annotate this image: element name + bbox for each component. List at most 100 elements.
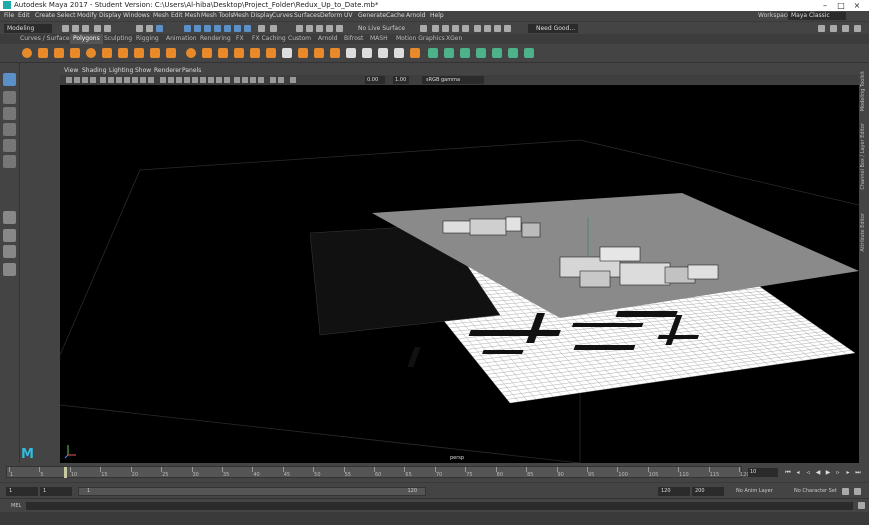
select-meshes-icon[interactable] bbox=[234, 25, 241, 32]
sign-in-dropdown[interactable]: Need Good... bbox=[528, 24, 578, 33]
menu-modify[interactable]: Modify bbox=[77, 11, 97, 21]
mel-command-input[interactable] bbox=[26, 502, 853, 510]
menu-generate[interactable]: Generate bbox=[358, 11, 386, 21]
panel-menu-shading[interactable]: Shading bbox=[82, 66, 106, 75]
anti-aliasing-icon[interactable] bbox=[250, 77, 256, 83]
camera-attributes-icon[interactable] bbox=[74, 77, 80, 83]
tab-custom[interactable]: Custom bbox=[288, 34, 311, 44]
shadows-icon[interactable] bbox=[200, 77, 206, 83]
lock-selection-icon[interactable] bbox=[258, 25, 265, 32]
select-component-icon[interactable] bbox=[156, 25, 163, 32]
channel-box-icon[interactable] bbox=[854, 25, 861, 32]
tab-rigging[interactable]: Rigging bbox=[136, 34, 159, 44]
workspace-dropdown[interactable]: Maya Classic bbox=[788, 12, 846, 20]
modeling-toolkit-tab[interactable]: Modeling Toolkit bbox=[860, 71, 866, 111]
menu-curves[interactable]: Curves bbox=[272, 11, 293, 21]
snap-grid-icon[interactable] bbox=[296, 25, 303, 32]
menu-help[interactable]: Help bbox=[430, 11, 444, 21]
menu-mesh[interactable]: Mesh bbox=[153, 11, 169, 21]
insert-loop-icon[interactable] bbox=[362, 48, 372, 58]
tab-bifrost[interactable]: Bifrost bbox=[344, 34, 363, 44]
boolean-icon[interactable] bbox=[234, 48, 244, 58]
menu-edit[interactable]: Edit bbox=[18, 11, 30, 21]
poly-text-icon[interactable] bbox=[150, 48, 160, 58]
tab-mash[interactable]: MASH bbox=[370, 34, 388, 44]
depth-of-field-icon[interactable] bbox=[258, 77, 264, 83]
multi-cut-icon[interactable] bbox=[282, 48, 292, 58]
menu-set-dropdown[interactable]: Modeling bbox=[4, 24, 52, 33]
menu-cache[interactable]: Cache bbox=[386, 11, 405, 21]
poly-plane-icon[interactable] bbox=[102, 48, 112, 58]
tab-rendering[interactable]: Rendering bbox=[200, 34, 231, 44]
fill-hole-icon[interactable] bbox=[378, 48, 388, 58]
field-chart-icon[interactable] bbox=[132, 77, 138, 83]
image-plane-icon[interactable] bbox=[90, 77, 96, 83]
poly-cylinder-icon[interactable] bbox=[54, 48, 64, 58]
play-backwards-icon[interactable]: ◀ bbox=[814, 469, 822, 476]
wireframe-icon[interactable] bbox=[160, 77, 166, 83]
menu-select[interactable]: Select bbox=[57, 11, 76, 21]
tab-xgen[interactable]: XGen bbox=[446, 34, 462, 44]
channel-box-tab[interactable]: Channel Box / Layer Editor bbox=[860, 123, 866, 190]
range-slider[interactable]: 1 120 bbox=[78, 487, 426, 496]
step-back-key-icon[interactable]: ◃ bbox=[804, 469, 812, 476]
highlight-selection-icon[interactable] bbox=[270, 25, 277, 32]
view-transform-dropdown[interactable]: sRGB gamma bbox=[422, 76, 484, 84]
exposure-field[interactable]: 0.00 bbox=[365, 76, 385, 84]
step-forward-frame-icon[interactable]: ▸ bbox=[844, 469, 852, 476]
end-time-field[interactable]: 200 bbox=[692, 487, 724, 496]
select-edges-icon[interactable] bbox=[204, 25, 211, 32]
bevel-icon[interactable] bbox=[330, 48, 340, 58]
use-all-lights-icon[interactable] bbox=[192, 77, 198, 83]
edge-loop-icon[interactable] bbox=[346, 48, 356, 58]
menu-mesh-display[interactable]: Mesh Display bbox=[233, 11, 273, 21]
attribute-editor-icon[interactable] bbox=[830, 25, 837, 32]
layout-uv-icon[interactable] bbox=[524, 48, 534, 58]
hud-icon[interactable] bbox=[278, 77, 284, 83]
planar-map-icon[interactable] bbox=[428, 48, 438, 58]
step-forward-key-icon[interactable]: ▹ bbox=[834, 469, 842, 476]
snap-point-icon[interactable] bbox=[316, 25, 323, 32]
lasso-tool-icon[interactable] bbox=[3, 91, 16, 104]
current-frame-field[interactable]: 10 bbox=[748, 468, 778, 477]
playback-end-field[interactable]: 120 bbox=[658, 487, 690, 496]
menu-mesh-tools[interactable]: Mesh Tools bbox=[201, 11, 233, 21]
xray-icon[interactable] bbox=[208, 77, 214, 83]
xray-components-icon[interactable] bbox=[224, 77, 230, 83]
scale-tool-icon[interactable] bbox=[3, 155, 16, 168]
rotate-tool-icon[interactable] bbox=[3, 139, 16, 152]
auto-key-icon[interactable] bbox=[842, 488, 849, 495]
step-back-frame-icon[interactable]: ◂ bbox=[794, 469, 802, 476]
modeling-toolkit-icon[interactable] bbox=[818, 25, 825, 32]
time-slider-track[interactable]: 1 5 10 15 20 25 30 35 40 45 50 55 60 65 70 75 80 85 90 95 10… bbox=[6, 466, 750, 478]
perspective-viewport[interactable]: persp bbox=[60, 85, 859, 463]
film-gate-icon[interactable] bbox=[108, 77, 114, 83]
undo-icon[interactable] bbox=[94, 25, 101, 32]
exposure-icon[interactable] bbox=[290, 77, 296, 83]
grid-toggle-icon[interactable] bbox=[100, 77, 106, 83]
paint-select-tool-icon[interactable] bbox=[3, 107, 16, 120]
sew-uv-icon[interactable] bbox=[492, 48, 502, 58]
extrude-icon[interactable] bbox=[298, 48, 308, 58]
outliner-layout-icon[interactable] bbox=[3, 263, 16, 276]
poly-torus-icon[interactable] bbox=[86, 48, 96, 58]
menu-surfaces[interactable]: Surfaces bbox=[294, 11, 320, 21]
menu-display[interactable]: Display bbox=[99, 11, 121, 21]
wireframe-on-shaded-icon[interactable] bbox=[176, 77, 182, 83]
animation-preferences-icon[interactable] bbox=[854, 488, 861, 495]
tab-sculpting[interactable]: Sculpting bbox=[104, 34, 132, 44]
attribute-editor-tab[interactable]: Attribute Editor bbox=[860, 213, 866, 251]
snap-view-plane-icon[interactable] bbox=[326, 25, 333, 32]
menu-deform[interactable]: Deform bbox=[320, 11, 342, 21]
gamma-field[interactable]: 1.00 bbox=[393, 76, 409, 84]
go-to-end-icon[interactable]: ⏭ bbox=[854, 469, 862, 476]
tab-motion-graphics[interactable]: Motion Graphics bbox=[396, 34, 445, 44]
script-editor-icon[interactable] bbox=[858, 502, 865, 509]
tab-fx-caching[interactable]: FX Caching bbox=[252, 34, 286, 44]
go-to-start-icon[interactable]: ⏮ bbox=[784, 469, 792, 476]
select-faces-icon[interactable] bbox=[214, 25, 221, 32]
menu-create[interactable]: Create bbox=[35, 11, 55, 21]
select-hierarchy-icon[interactable] bbox=[136, 25, 143, 32]
menu-edit-mesh[interactable]: Edit Mesh bbox=[171, 11, 200, 21]
current-time-indicator[interactable] bbox=[64, 467, 68, 478]
